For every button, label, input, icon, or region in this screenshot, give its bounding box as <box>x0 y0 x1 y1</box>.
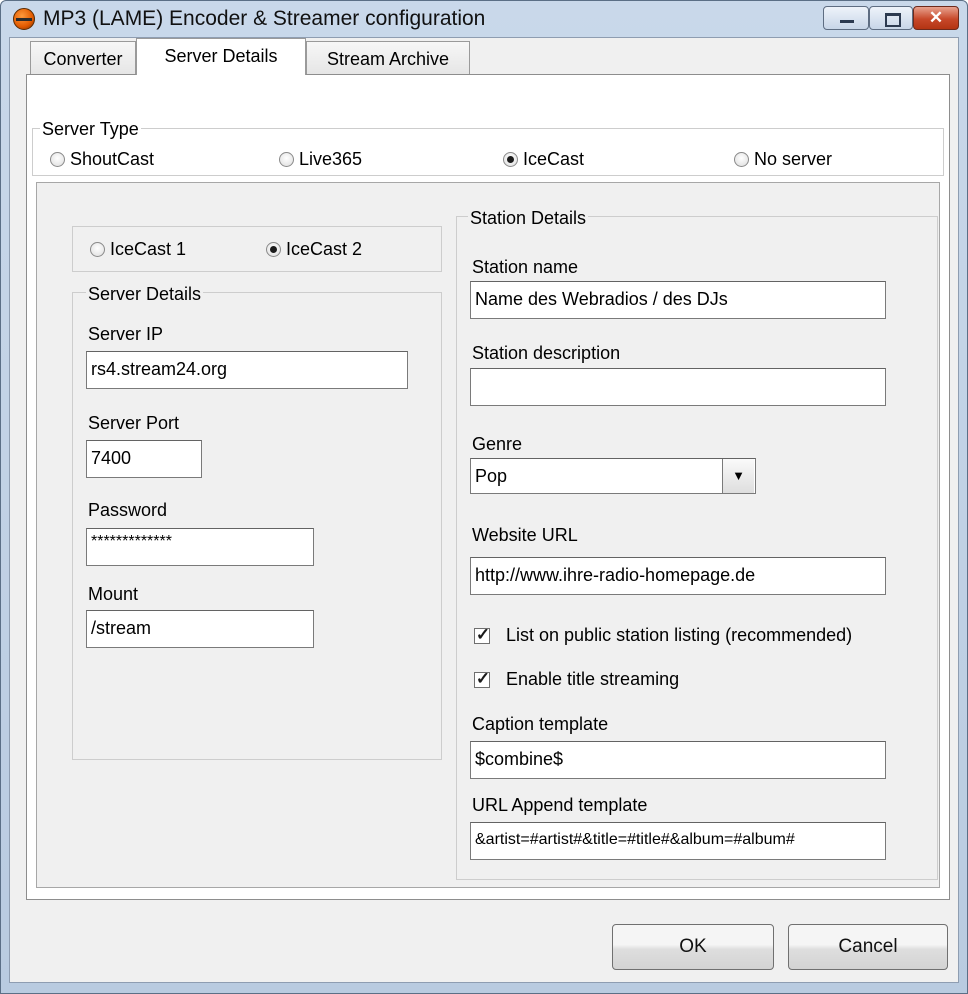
radio-live365[interactable] <box>279 152 294 167</box>
maximize-icon <box>885 13 901 27</box>
maximize-button[interactable] <box>869 6 913 30</box>
chevron-down-icon: ▼ <box>732 468 745 483</box>
station-name-label: Station name <box>472 257 579 277</box>
password-input[interactable]: ************* <box>86 528 314 566</box>
window-title: MP3 (LAME) Encoder & Streamer configurat… <box>43 7 486 30</box>
website-url-input[interactable]: http://www.ihre-radio-homepage.de <box>470 557 886 595</box>
radio-icecast[interactable] <box>503 152 518 167</box>
radio-icecast2-label[interactable]: IceCast 2 <box>286 238 362 260</box>
website-url-label: Website URL <box>472 525 578 545</box>
station-description-label: Station description <box>472 343 621 363</box>
mount-input[interactable]: /stream <box>86 610 314 648</box>
radio-no-server[interactable] <box>734 152 749 167</box>
title-streaming-label[interactable]: Enable title streaming <box>506 668 679 690</box>
server-type-label: Server Type <box>40 118 141 140</box>
caption-template-input[interactable]: $combine$ <box>470 741 886 779</box>
radio-live365-label[interactable]: Live365 <box>299 148 362 170</box>
server-port-label: Server Port <box>88 413 180 433</box>
minimize-button[interactable] <box>823 6 869 30</box>
radio-shoutcast[interactable] <box>50 152 65 167</box>
checkmark-icon: ✓ <box>475 669 491 688</box>
station-description-input[interactable] <box>470 368 886 406</box>
close-icon: ✕ <box>928 8 944 27</box>
tab-stream-archive[interactable]: Stream Archive <box>306 41 470 74</box>
station-name-input[interactable]: Name des Webradios / des DJs <box>470 281 886 319</box>
ok-button[interactable]: OK <box>612 924 774 970</box>
radio-no-server-label[interactable]: No server <box>754 148 832 170</box>
url-append-input[interactable]: &artist=#artist#&title=#title#&album=#al… <box>470 822 886 860</box>
cancel-button[interactable]: Cancel <box>788 924 948 970</box>
list-public-checkbox[interactable]: ✓ <box>474 625 490 644</box>
caption-template-label: Caption template <box>472 714 609 734</box>
close-button[interactable]: ✕ <box>913 6 959 30</box>
server-details-label: Server Details <box>86 283 204 305</box>
radio-icecast2[interactable] <box>266 242 281 257</box>
station-details-label: Station Details <box>468 207 589 229</box>
title-bar[interactable]: MP3 (LAME) Encoder & Streamer configurat… <box>1 1 967 37</box>
url-append-label: URL Append template <box>472 795 648 815</box>
genre-dropdown-button[interactable]: ▼ <box>722 459 754 493</box>
genre-select[interactable]: Pop <box>470 458 756 494</box>
password-label: Password <box>88 500 168 520</box>
radio-shoutcast-label[interactable]: ShoutCast <box>70 148 154 170</box>
title-streaming-checkbox[interactable]: ✓ <box>474 669 490 688</box>
genre-label: Genre <box>472 434 523 454</box>
mount-label: Mount <box>88 584 139 604</box>
list-public-label[interactable]: List on public station listing (recommen… <box>506 624 852 646</box>
tab-server-details[interactable]: Server Details <box>136 38 306 75</box>
server-port-input[interactable]: 7400 <box>86 440 202 478</box>
server-ip-label: Server IP <box>88 324 164 344</box>
server-ip-input[interactable]: rs4.stream24.org <box>86 351 408 389</box>
app-icon <box>13 8 35 30</box>
radio-icecast1[interactable] <box>90 242 105 257</box>
checkmark-icon: ✓ <box>475 625 491 644</box>
tab-converter[interactable]: Converter <box>30 41 136 74</box>
minimize-icon <box>840 20 854 23</box>
radio-icecast-label[interactable]: IceCast <box>523 148 584 170</box>
radio-icecast1-label[interactable]: IceCast 1 <box>110 238 186 260</box>
